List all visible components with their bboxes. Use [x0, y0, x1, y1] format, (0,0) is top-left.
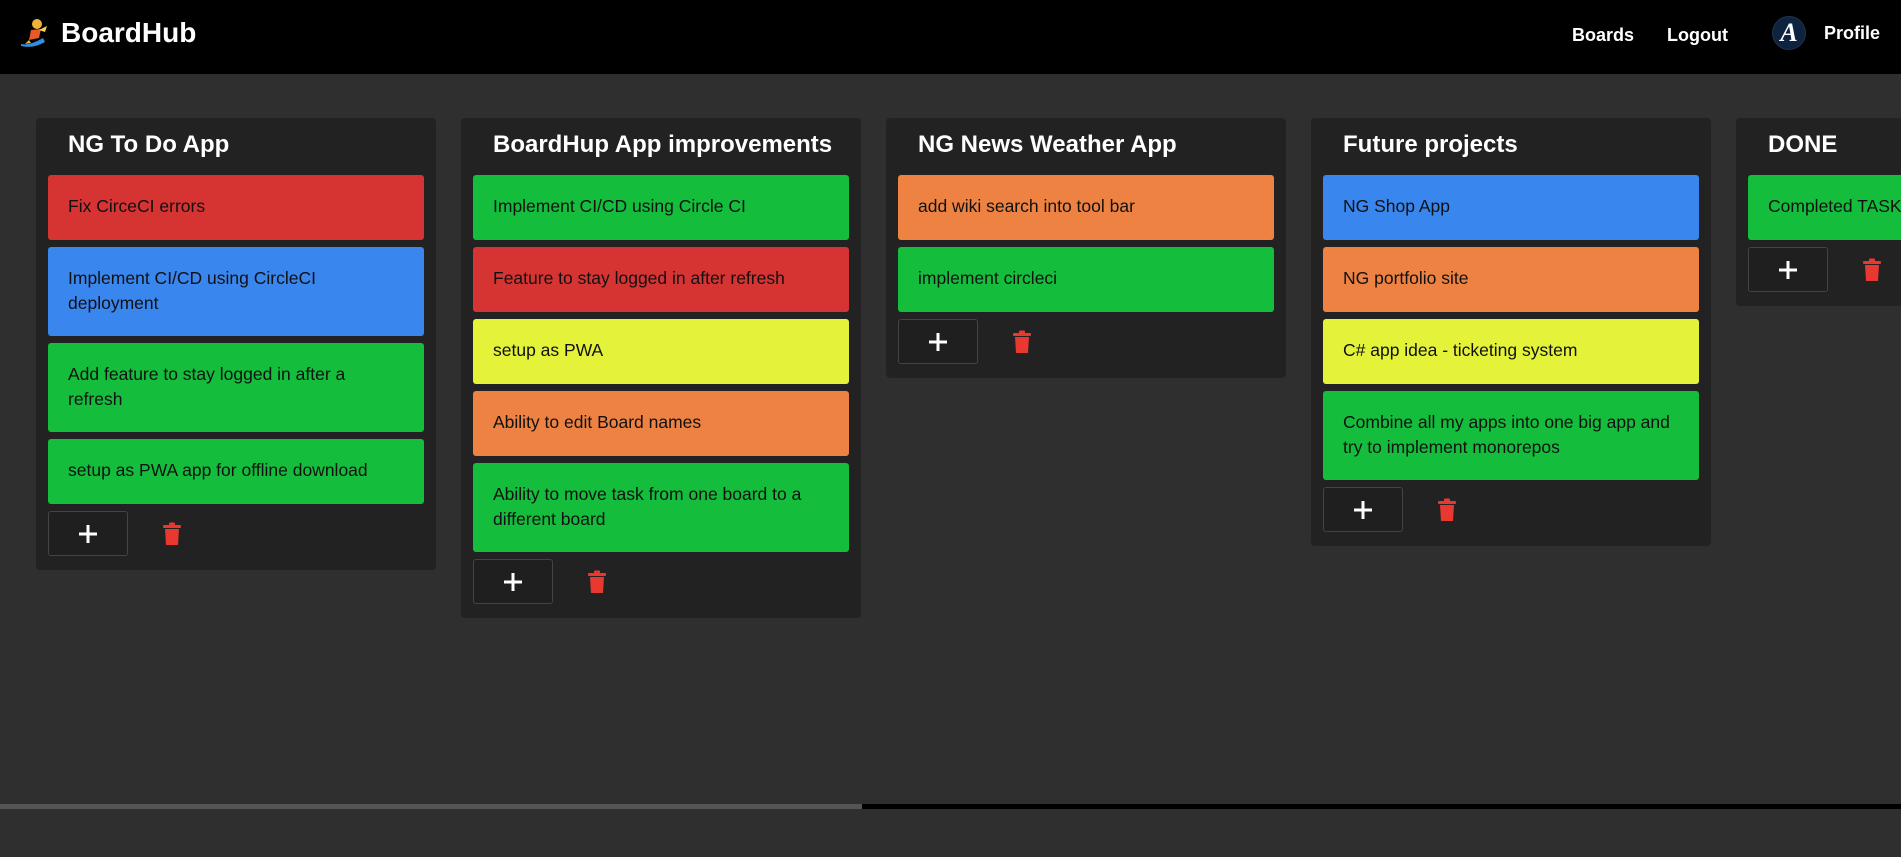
navbar: BoardHub Boards Logout A Profile: [0, 0, 1901, 74]
trash-icon: [1863, 258, 1881, 281]
board-actions: [1323, 487, 1699, 532]
board: Future projects NG Shop App NG portfolio s…: [1311, 118, 1711, 546]
nav-boards-link[interactable]: Boards: [1572, 24, 1634, 46]
board: NG To Do App Fix CirceCI errors Implement …: [36, 118, 436, 570]
task-card[interactable]: Add feature to stay logged in after a re…: [48, 343, 424, 432]
a-logo-icon: A: [1780, 18, 1798, 47]
task-card[interactable]: Ability to edit Board names: [473, 391, 849, 456]
task-card[interactable]: C# app idea - ticketing system: [1323, 319, 1699, 384]
board-title[interactable]: Future projects: [1323, 118, 1699, 164]
board-actions: [1748, 247, 1901, 292]
board: DONE Completed TASKS: [1736, 118, 1901, 306]
task-card-text: C# app idea - ticketing system: [1343, 340, 1578, 360]
board-title[interactable]: BoardHup App improvements: [473, 118, 849, 164]
delete-board-button[interactable]: [1437, 496, 1459, 524]
task-card[interactable]: Feature to stay logged in after refresh: [473, 247, 849, 312]
card-list: add wiki search into tool bar implement c…: [898, 175, 1274, 312]
avatar: A: [1772, 16, 1806, 50]
trash-icon: [588, 570, 606, 593]
task-card[interactable]: Implement CI/CD using Circle CI: [473, 175, 849, 240]
trash-icon: [1013, 330, 1031, 353]
board-actions: [898, 319, 1274, 364]
nav-logout-link[interactable]: Logout: [1667, 24, 1728, 46]
task-card-text: add wiki search into tool bar: [918, 196, 1135, 216]
task-card-text: Feature to stay logged in after refresh: [493, 268, 785, 288]
delete-board-button[interactable]: [1012, 328, 1034, 356]
task-card[interactable]: NG Shop App: [1323, 175, 1699, 240]
task-card-text: setup as PWA: [493, 340, 604, 360]
task-card-text: setup as PWA app for offline download: [68, 460, 368, 480]
brand[interactable]: BoardHub: [17, 16, 196, 50]
task-card-text: Ability to edit Board names: [493, 412, 702, 432]
add-task-button[interactable]: [473, 559, 553, 604]
plus-icon: [929, 332, 947, 351]
card-list: Completed TASKS: [1748, 175, 1901, 240]
add-task-button[interactable]: [1748, 247, 1828, 292]
task-card[interactable]: NG portfolio site: [1323, 247, 1699, 312]
task-card-text: implement circleci: [918, 268, 1058, 288]
plus-icon: [1779, 260, 1797, 279]
rocket-surfer-icon: [21, 19, 47, 47]
task-card[interactable]: implement circleci: [898, 247, 1274, 312]
page-bottom: [0, 809, 1901, 857]
task-card[interactable]: Fix CirceCI errors: [48, 175, 424, 240]
delete-board-button[interactable]: [1862, 256, 1884, 284]
delete-board-button[interactable]: [587, 568, 609, 596]
plus-icon: [79, 524, 97, 543]
board: NG News Weather App add wiki search into …: [886, 118, 1286, 378]
profile-link[interactable]: A Profile: [1772, 16, 1880, 50]
task-card[interactable]: Completed TASKS: [1748, 175, 1901, 240]
add-task-button[interactable]: [48, 511, 128, 556]
card-list: Fix CirceCI errors Implement CI/CD using …: [48, 175, 424, 504]
task-card[interactable]: setup as PWA: [473, 319, 849, 384]
task-card-text: Completed TASKS: [1768, 196, 1901, 216]
profile-label: Profile: [1824, 23, 1881, 43]
task-card-text: Add feature to stay logged in after a re…: [68, 364, 346, 409]
task-card-text: Combine all my apps into one big app and…: [1343, 412, 1670, 457]
board-title[interactable]: DONE: [1748, 118, 1901, 164]
task-card-text: Implement CI/CD using Circle CI: [493, 196, 746, 216]
trash-icon: [163, 522, 181, 545]
task-card[interactable]: Ability to move task from one board to a…: [473, 463, 849, 552]
task-card[interactable]: Combine all my apps into one big app and…: [1323, 391, 1699, 480]
task-card-text: Fix CirceCI errors: [68, 196, 206, 216]
board-title[interactable]: NG To Do App: [48, 118, 424, 164]
app-name: BoardHub: [61, 17, 197, 48]
add-task-button[interactable]: [898, 319, 978, 364]
task-card[interactable]: add wiki search into tool bar: [898, 175, 1274, 240]
card-list: Implement CI/CD using Circle CI Feature t…: [473, 175, 849, 552]
plus-icon: [1354, 500, 1372, 519]
delete-board-button[interactable]: [162, 520, 184, 548]
card-list: NG Shop App NG portfolio site C# app idea …: [1323, 175, 1699, 480]
boards-container: NG To Do App Fix CirceCI errors Implement …: [0, 74, 1901, 804]
task-card-text: Implement CI/CD using CircleCI deploymen…: [68, 268, 316, 313]
board-actions: [48, 511, 424, 556]
trash-icon: [1438, 498, 1456, 521]
task-card-text: Ability to move task from one board to a…: [493, 484, 802, 529]
add-task-button[interactable]: [1323, 487, 1403, 532]
task-card[interactable]: setup as PWA app for offline download: [48, 439, 424, 504]
task-card-text: NG Shop App: [1343, 196, 1451, 216]
task-card-text: NG portfolio site: [1343, 268, 1469, 288]
task-card[interactable]: Implement CI/CD using CircleCI deploymen…: [48, 247, 424, 336]
board: BoardHup App improvements Implement CI/CD…: [461, 118, 861, 618]
plus-icon: [504, 572, 522, 591]
board-title[interactable]: NG News Weather App: [898, 118, 1274, 164]
board-actions: [473, 559, 849, 604]
